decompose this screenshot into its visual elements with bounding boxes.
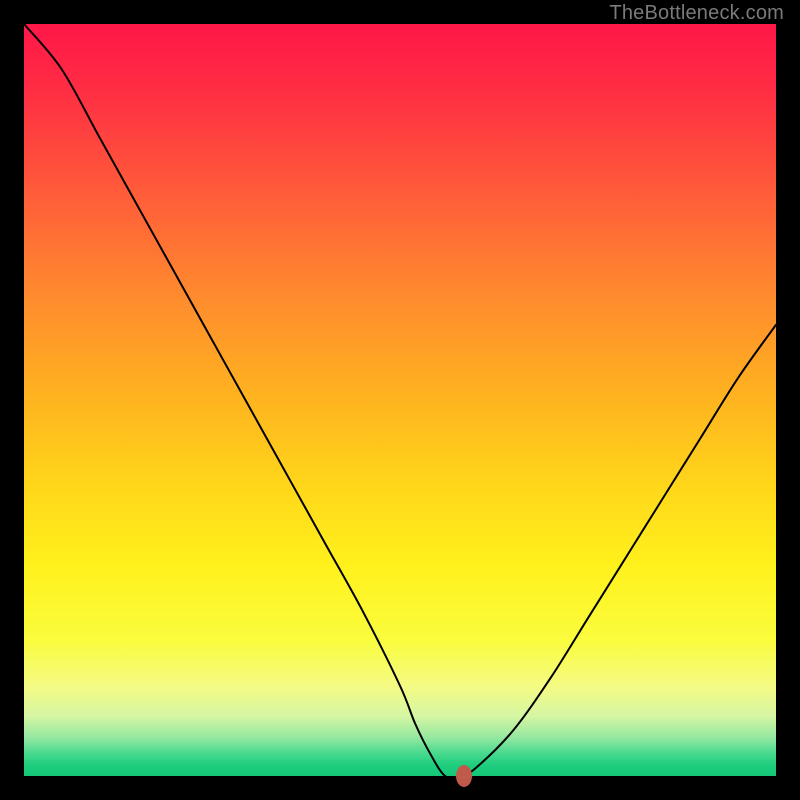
optimal-point-marker: [456, 765, 472, 787]
chart-frame: TheBottleneck.com: [0, 0, 800, 800]
curve-svg: [24, 24, 776, 776]
plot-area: [24, 24, 776, 776]
watermark-text: TheBottleneck.com: [609, 2, 784, 25]
bottleneck-curve-path: [24, 24, 776, 778]
